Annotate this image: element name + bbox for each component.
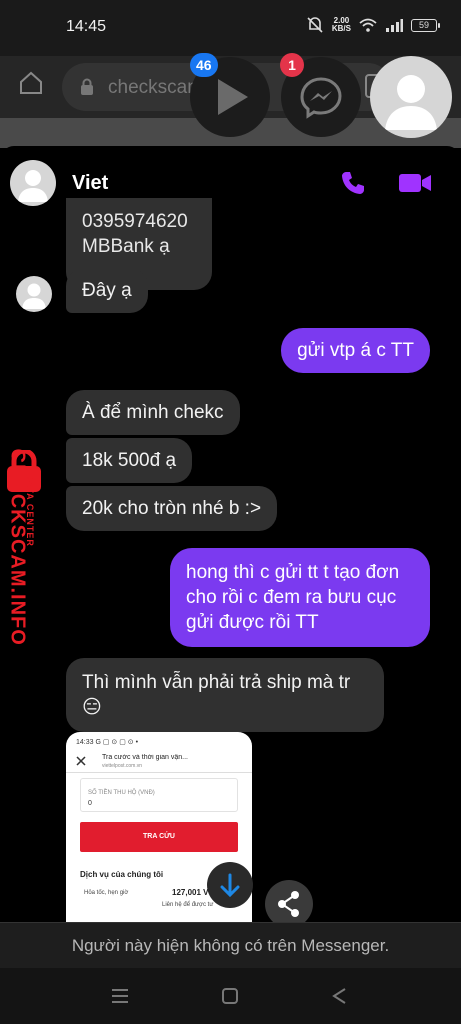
- contact-avatar[interactable]: [10, 160, 56, 206]
- lock-icon: [81, 78, 93, 95]
- default-avatar-icon: [22, 283, 46, 309]
- phone-icon[interactable]: [340, 170, 366, 196]
- home-icon[interactable]: [18, 70, 44, 96]
- message-bubble-incoming[interactable]: 18k 500đ ạ: [66, 438, 193, 483]
- message-bubble-incoming[interactable]: À để mình chekc: [66, 390, 240, 435]
- share-button[interactable]: [265, 880, 313, 928]
- scroll-down-button[interactable]: [207, 862, 253, 908]
- message-bubble-incoming[interactable]: 20k cho tròn nhé b :>: [66, 486, 278, 531]
- attachment-row-price: 127,001 V: [172, 888, 209, 897]
- signal-icon: [386, 19, 403, 32]
- attachment-section: Dịch vụ của chúng tôi: [80, 870, 164, 879]
- attachment-field-value: 0: [88, 800, 92, 807]
- wifi-icon: [359, 18, 377, 32]
- default-avatar-icon: [18, 170, 48, 202]
- attachment-divider: [66, 772, 252, 773]
- contact-name[interactable]: Viet: [72, 172, 108, 195]
- message-text: gửi vtp á c TT: [297, 340, 414, 361]
- attachment-title: Tra cước và thời gian vận...: [102, 754, 188, 761]
- chat-head-avatar[interactable]: [370, 56, 452, 138]
- message-bubble-outgoing[interactable]: hong thì c gửi tt t tạo đơn cho rồi c đe…: [170, 548, 430, 647]
- attachment-field-label: SỐ TIỀN THU HỘ (VNĐ): [88, 790, 155, 796]
- attachment-row-label: Hỏa tốc, hẹn giờ: [84, 890, 129, 896]
- attachment-button: TRA CỨU: [80, 822, 238, 852]
- message-text: 0395974620 MBBank ạ: [82, 211, 188, 257]
- message-bubble-incoming[interactable]: Thì mình vẫn phải trả ship mà tr 😑: [66, 658, 384, 732]
- close-icon: [76, 756, 86, 766]
- unavailable-notice: Người này hiện không có trên Messenger.: [0, 922, 461, 968]
- status-bar: 14:45 2.00 KB/S 59: [0, 0, 461, 56]
- back-icon[interactable]: [330, 986, 350, 1006]
- square-icon[interactable]: [220, 986, 240, 1006]
- status-icons: 2.00 KB/S 59: [306, 16, 440, 33]
- share-icon: [278, 891, 299, 917]
- attachment-url: viettelpost.com.vn: [102, 763, 143, 769]
- mute-icon: [307, 17, 323, 33]
- attachment-status: 14:33 G ▢ ⊙ ▢ ⊙ •: [76, 739, 139, 746]
- message-text: 18k 500đ ạ: [82, 450, 177, 471]
- message-text: hong thì c gửi tt t tạo đơn cho rồi c đe…: [186, 562, 400, 633]
- sender-avatar: [16, 276, 52, 312]
- chat-panel: Viet 0395974620 MBBank ạ Đây ạ gửi vtp á…: [0, 146, 461, 968]
- watermark-subtext: DATA CENTER: [25, 473, 35, 547]
- arrow-down-icon: [220, 873, 240, 898]
- video-icon[interactable]: [398, 172, 432, 194]
- play-badge: 46: [190, 53, 218, 77]
- notice-text: Người này hiện không có trên Messenger.: [71, 936, 390, 955]
- message-text: Thì mình vẫn phải trả ship mà tr 😑: [82, 672, 351, 718]
- network-speed: 2.00 KB/S: [331, 16, 351, 33]
- watermark: CHECKSCAM.INFO DATA CENTER: [0, 449, 60, 680]
- messenger-badge: 1: [280, 53, 304, 77]
- message-bubble-incoming[interactable]: Đây ạ: [66, 268, 148, 313]
- message-text: Đây ạ: [82, 280, 132, 301]
- message-text: À để mình chekc: [82, 402, 224, 423]
- battery-indicator: 59: [411, 18, 440, 32]
- menu-icon[interactable]: [110, 986, 130, 1006]
- default-avatar-icon: [385, 75, 437, 130]
- message-text: 20k cho tròn nhé b :>: [82, 498, 262, 519]
- message-bubble-outgoing[interactable]: gửi vtp á c TT: [281, 328, 430, 373]
- attachment-row-contact: Liên hệ để được tư: [162, 902, 214, 908]
- status-time: 14:45: [66, 18, 107, 35]
- system-navigation-bar: [0, 968, 461, 1024]
